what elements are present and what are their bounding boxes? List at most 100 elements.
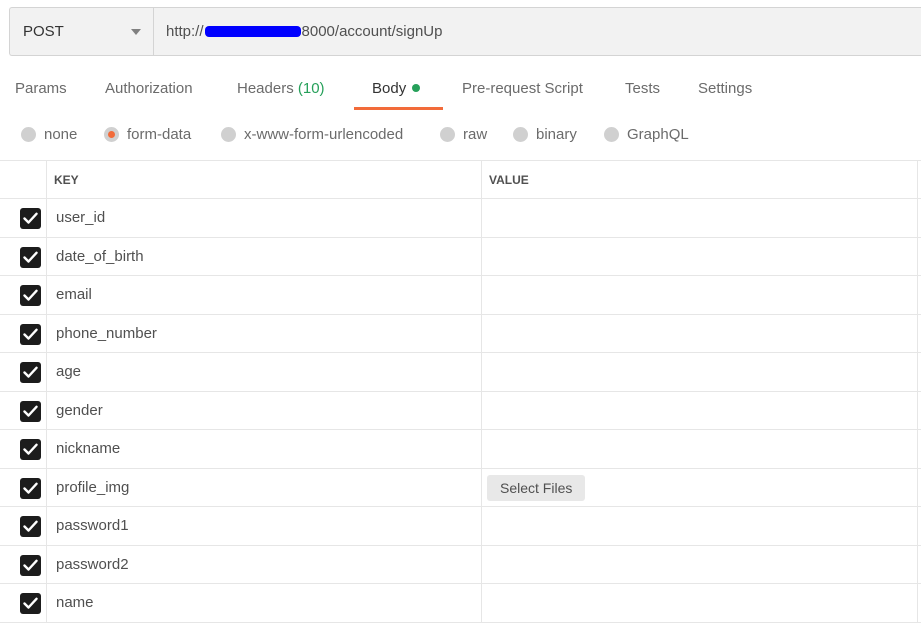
row-checkbox[interactable] <box>20 400 41 422</box>
table-row: profile_img Select Files <box>0 468 921 507</box>
column-header-value: VALUE <box>489 173 529 187</box>
radio-icon <box>513 127 528 142</box>
table-row: date_of_birth <box>0 237 921 276</box>
checkmark-icon <box>23 328 38 340</box>
key-cell[interactable]: password1 <box>56 517 129 534</box>
key-cell[interactable]: phone_number <box>56 325 157 342</box>
row-checkbox[interactable] <box>20 323 41 345</box>
radio-graphql[interactable]: GraphQL <box>604 126 689 143</box>
redaction-mark <box>204 26 301 37</box>
row-checkbox[interactable] <box>20 516 41 537</box>
key-cell[interactable]: date_of_birth <box>56 248 144 265</box>
row-checkbox[interactable] <box>20 477 41 499</box>
status-dot-icon <box>412 84 421 92</box>
radio-graphql-label: GraphQL <box>627 126 689 143</box>
key-cell[interactable]: age <box>56 363 81 380</box>
value-cell[interactable] <box>482 392 917 430</box>
table-row: password2 <box>0 545 921 584</box>
radio-form-data[interactable]: form-data <box>104 126 191 143</box>
key-cell[interactable]: nickname <box>56 440 120 457</box>
method-select[interactable]: POST <box>9 7 153 56</box>
column-header-key: KEY <box>54 173 79 187</box>
key-cell[interactable]: gender <box>56 402 103 419</box>
checkmark-icon <box>23 289 38 301</box>
row-checkbox[interactable] <box>20 554 41 576</box>
row-checkbox[interactable] <box>20 593 41 614</box>
checkmark-icon <box>23 366 38 378</box>
checkmark-icon <box>23 443 38 455</box>
checkmark-icon <box>23 559 38 571</box>
active-tab-indicator <box>354 107 443 110</box>
row-checkbox[interactable] <box>20 439 41 460</box>
url-suffix: 8000/account/signUp <box>301 23 443 40</box>
table-row: phone_number <box>0 314 921 353</box>
tab-tests[interactable]: Tests <box>625 80 660 97</box>
value-cell[interactable] <box>482 546 917 584</box>
row-checkbox[interactable] <box>20 362 41 383</box>
checkmark-icon <box>23 482 38 494</box>
select-files-button[interactable]: Select Files <box>487 474 586 501</box>
form-data-table: KEY VALUE user_id date_of_birthemail phone… <box>0 160 921 623</box>
value-cell[interactable] <box>482 507 917 545</box>
table-row: age <box>0 353 921 392</box>
table-row: nickname <box>0 430 921 469</box>
radio-raw-label: raw <box>463 126 488 143</box>
request-tabs: Params Authorization Headers (10) Body P… <box>0 70 921 110</box>
checkmark-icon <box>23 405 38 417</box>
radio-raw[interactable]: raw <box>440 126 487 143</box>
tab-body[interactable]: Body <box>372 80 421 97</box>
tab-settings-label: Settings <box>698 80 753 97</box>
value-cell[interactable] <box>482 584 917 622</box>
table-row: email <box>0 276 921 315</box>
table-header: KEY VALUE <box>0 160 921 199</box>
checkmark-icon <box>23 251 38 263</box>
value-cell[interactable] <box>482 199 917 237</box>
row-checkbox[interactable] <box>20 208 41 229</box>
value-cell[interactable] <box>482 315 917 353</box>
value-cell[interactable] <box>482 430 917 468</box>
table-row: password1 <box>0 507 921 546</box>
chevron-down-icon <box>131 28 141 35</box>
checkmark-icon <box>23 520 38 532</box>
request-bar: POST http:// 8000/account/signUp <box>9 7 921 56</box>
tab-settings[interactable]: Settings <box>698 80 752 97</box>
key-cell[interactable]: name <box>56 594 94 611</box>
radio-icon <box>21 127 36 142</box>
radio-icon <box>221 127 236 142</box>
row-checkbox[interactable] <box>20 246 41 268</box>
row-checkbox[interactable] <box>20 285 41 306</box>
table-row: user_id <box>0 199 921 238</box>
radio-icon <box>440 127 455 142</box>
value-cell[interactable] <box>482 353 917 391</box>
tab-pre-request-script[interactable]: Pre-request Script <box>462 80 583 97</box>
tab-body-label: Body <box>372 80 407 97</box>
radio-selected-icon <box>104 127 119 142</box>
radio-none-label: none <box>44 126 78 143</box>
key-cell[interactable]: profile_img <box>56 479 129 496</box>
radio-none[interactable]: none <box>21 126 77 143</box>
table-body: user_id date_of_birthemail phone_numberage… <box>0 199 921 623</box>
tab-params[interactable]: Params <box>15 80 67 97</box>
url-input[interactable]: http:// 8000/account/signUp <box>153 7 921 56</box>
key-cell[interactable]: password2 <box>56 556 129 573</box>
url-prefix: http:// <box>166 23 204 40</box>
table-row: name <box>0 584 921 623</box>
tab-headers-label: Headers <box>237 80 294 97</box>
headers-count-badge: (10) <box>297 80 325 97</box>
radio-binary[interactable]: binary <box>513 126 577 143</box>
method-label: POST <box>23 23 64 40</box>
radio-icon <box>604 127 619 142</box>
radio-x-www-form-urlencoded[interactable]: x-www-form-urlencoded <box>221 126 403 143</box>
key-cell[interactable]: user_id <box>56 209 105 226</box>
checkmark-icon <box>23 212 38 224</box>
tab-authorization[interactable]: Authorization <box>105 80 193 97</box>
radio-form-data-label: form-data <box>127 126 192 143</box>
radio-binary-label: binary <box>536 126 577 143</box>
tab-tests-label: Tests <box>625 80 661 97</box>
tab-pre-request-script-label: Pre-request Script <box>462 80 583 97</box>
tab-headers[interactable]: Headers (10) <box>237 80 325 97</box>
value-cell[interactable] <box>482 276 917 314</box>
value-cell[interactable] <box>482 238 917 276</box>
key-cell[interactable]: email <box>56 286 92 303</box>
body-type-options: none form-data x-www-form-urlencoded raw… <box>0 122 921 150</box>
